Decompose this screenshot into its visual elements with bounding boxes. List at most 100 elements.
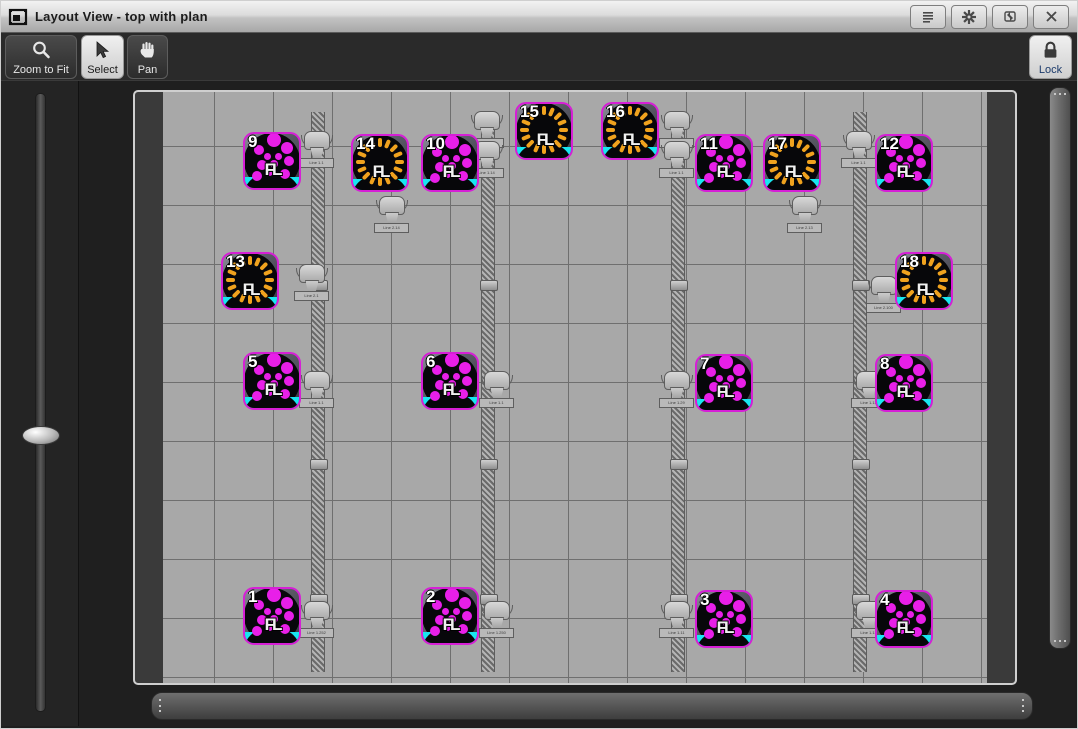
pan-button[interactable]: Pan <box>127 35 168 79</box>
settings-button[interactable] <box>951 5 987 29</box>
zoom-to-fit-label: Zoom to Fit <box>13 64 69 76</box>
fixture-led-dot <box>733 600 745 612</box>
fixture-number: 10 <box>426 135 445 153</box>
fixture-7[interactable]: 7FL <box>695 354 753 412</box>
fixture-led-dot <box>267 133 281 147</box>
fixture-16[interactable]: 16FL <box>601 102 659 160</box>
lantern-13[interactable]: Line 1.29 <box>661 367 691 411</box>
fixture-led-dot <box>899 355 913 369</box>
close-button[interactable] <box>1033 5 1069 29</box>
lantern-17[interactable]: Line 1.11 <box>661 597 691 641</box>
fixture-led-dot <box>716 611 723 618</box>
fixture-led-dot <box>716 375 723 382</box>
fixture-led-dot <box>275 153 282 160</box>
fixture-11[interactable]: 11 FL <box>695 134 753 192</box>
fixture-led-dot <box>281 142 293 154</box>
lantern-tag: Line 1.1 <box>841 158 876 168</box>
lantern-15[interactable]: Line 1.252 <box>301 597 331 641</box>
fixture-3[interactable]: 3 FL <box>695 590 753 648</box>
fixture-number: 18 <box>900 253 919 271</box>
fixture-5[interactable]: 5FL <box>243 352 301 410</box>
fixture-ring-segment <box>378 138 382 147</box>
lantern-16[interactable]: Line 1.250 <box>481 597 511 641</box>
fixture-type-label: FL <box>353 162 407 182</box>
fixture-led-dot <box>267 353 281 367</box>
fixture-led-dot <box>281 362 293 374</box>
zoom-slider-handle[interactable] <box>22 426 60 445</box>
fixture-ring-segment <box>542 106 546 115</box>
fixture-13[interactable]: 13 FL <box>221 252 279 310</box>
fixture-17[interactable]: 17FL <box>763 134 821 192</box>
lantern-tag: Line 1.1 <box>659 168 694 178</box>
fixture-8[interactable]: 8FL <box>875 354 933 412</box>
vertical-scrollbar[interactable] <box>1049 87 1071 649</box>
truss-node <box>480 280 498 291</box>
fixture-led-dot <box>896 375 903 382</box>
lantern-tag: Line 1.252 <box>299 628 334 638</box>
lantern-2[interactable]: Line 2.14 <box>376 192 406 236</box>
fixture-number: 3 <box>700 591 709 609</box>
fixture-18[interactable]: 18 FL <box>895 252 953 310</box>
fixture-type-label: FL <box>877 382 931 402</box>
fixture-type-label: FL <box>517 130 571 150</box>
lantern-7[interactable]: Line 2.13 <box>789 192 819 236</box>
fixture-led-dot <box>727 611 734 618</box>
fixture-type-label: FL <box>697 618 751 638</box>
lantern-tag: Line 1.1 <box>479 398 514 408</box>
lantern-12[interactable]: Line 1.1 <box>481 367 511 411</box>
fixture-led-dot <box>899 135 913 149</box>
fixture-type-label: FL <box>897 280 951 300</box>
fixture-number: 2 <box>426 588 435 606</box>
fixture-led-dot <box>275 608 282 615</box>
fixture-led-dot <box>453 608 460 615</box>
lantern-11[interactable]: Line 1.1 <box>301 367 331 411</box>
fixture-led-dot <box>727 375 734 382</box>
fixture-9[interactable]: 9FL <box>243 132 301 190</box>
lock-button[interactable]: Lock <box>1029 35 1072 79</box>
lantern-8[interactable]: Line 1.1 <box>843 127 873 171</box>
canvas-area: Line 1.1Line 2.14Line 2.15Line 1.14Line … <box>79 81 1075 726</box>
restore-icon <box>1003 10 1017 23</box>
fixture-type-label: FL <box>423 162 477 182</box>
fixture-10[interactable]: 10 FL <box>421 134 479 192</box>
lock-label: Lock <box>1039 64 1062 76</box>
fixture-6[interactable]: 6FL <box>421 352 479 410</box>
lantern-6[interactable]: Line 1.1 <box>661 137 691 181</box>
zoom-to-fit-button[interactable]: Zoom to Fit <box>5 35 77 79</box>
fixture-1[interactable]: 1FL <box>243 587 301 645</box>
menu-button[interactable] <box>910 5 946 29</box>
fixture-type-label: FL <box>697 162 751 182</box>
fixture-2[interactable]: 2FL <box>421 587 479 645</box>
select-button[interactable]: Select <box>81 35 124 79</box>
fixture-number: 13 <box>226 253 245 271</box>
fixture-led-dot <box>899 591 913 605</box>
lantern-1[interactable]: Line 1.1 <box>301 127 331 171</box>
fixture-15[interactable]: 15FL <box>515 102 573 160</box>
fixture-led-dot <box>445 588 459 602</box>
fixture-4[interactable]: 4FL <box>875 590 933 648</box>
plan-canvas[interactable]: Line 1.1Line 2.14Line 2.15Line 1.14Line … <box>163 92 987 683</box>
fixture-led-dot <box>733 144 745 156</box>
title-bar: Layout View - top with plan <box>1 1 1077 33</box>
horizontal-scrollbar[interactable] <box>151 692 1033 720</box>
fixture-14[interactable]: 14FL <box>351 134 409 192</box>
search-icon <box>31 36 51 64</box>
pan-label: Pan <box>138 64 158 76</box>
lantern-9[interactable]: Line 2.1 <box>296 260 326 304</box>
fixture-type-label: FL <box>603 130 657 150</box>
fixture-ring-segment <box>628 106 632 115</box>
restore-button[interactable] <box>992 5 1028 29</box>
fixture-number: 9 <box>248 133 257 151</box>
window-title: Layout View - top with plan <box>35 9 208 24</box>
fixture-12[interactable]: 12FL <box>875 134 933 192</box>
fixture-number: 11 <box>700 135 718 153</box>
fixture-led-dot <box>907 375 914 382</box>
fixture-type-label: FL <box>223 280 277 300</box>
fixture-led-dot <box>459 597 471 609</box>
fixture-type-label: FL <box>423 380 477 400</box>
scrollbar-grip <box>159 699 162 712</box>
zoom-slider-track[interactable] <box>35 93 46 712</box>
fixture-led-dot <box>453 155 460 162</box>
fixture-led-dot <box>913 600 925 612</box>
lantern-10[interactable]: Line 2.100 <box>868 272 898 316</box>
